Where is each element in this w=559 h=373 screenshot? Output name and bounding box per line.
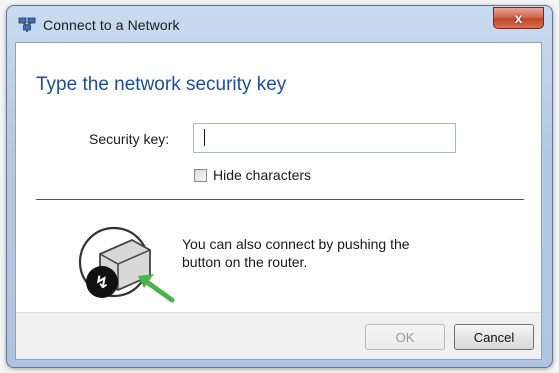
cancel-button[interactable]: Cancel (454, 324, 534, 350)
close-button[interactable]: x (493, 7, 544, 29)
push-button-instruction: You can also connect by pushing the butt… (182, 235, 482, 271)
push-button-text-line2: button on the router. (182, 254, 308, 270)
page-title: Type the network security key (36, 74, 287, 95)
ok-button[interactable]: OK (365, 324, 445, 350)
router-push-button-icon: ↯ (78, 226, 175, 303)
window-title: Connect to a Network (43, 17, 180, 33)
divider (36, 199, 524, 200)
hide-characters-option[interactable]: Hide characters (194, 166, 311, 184)
dialog-body: Type the network security key Security k… (15, 42, 542, 360)
title-bar[interactable]: Connect to a Network x (7, 6, 552, 42)
security-key-label: Security key: (89, 131, 170, 147)
dialog-footer: OK Cancel (16, 312, 541, 359)
connect-network-window: Connect to a Network x Type the network … (6, 5, 553, 368)
security-key-input[interactable] (193, 123, 456, 153)
svg-text:↯: ↯ (95, 273, 109, 293)
hide-characters-label[interactable]: Hide characters (213, 167, 311, 183)
text-caret (204, 129, 205, 146)
push-button-text-line1: You can also connect by pushing the (182, 236, 410, 252)
hide-characters-checkbox[interactable] (194, 168, 207, 182)
close-icon: x (514, 10, 523, 26)
network-icon (18, 17, 36, 32)
